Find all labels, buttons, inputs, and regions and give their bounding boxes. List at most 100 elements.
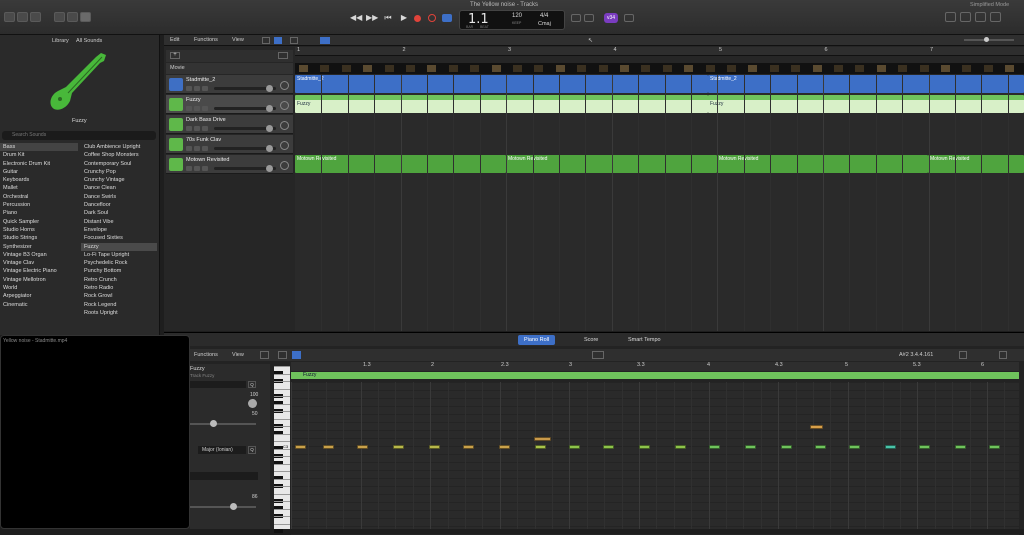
zoom-slider[interactable] — [964, 37, 1014, 42]
track-header[interactable]: Fuzzy — [166, 95, 293, 114]
category-item[interactable]: Vintage Clav — [0, 259, 78, 267]
midi-note[interactable] — [357, 445, 368, 449]
track-button[interactable] — [202, 146, 208, 151]
editor-region-bar[interactable]: Fuzzy — [291, 372, 1019, 379]
category-item[interactable]: Electronic Drum Kit — [0, 160, 78, 168]
white-key[interactable] — [274, 516, 290, 517]
capture-icon[interactable] — [428, 14, 436, 22]
editor-functions-menu[interactable]: Functions — [194, 352, 218, 358]
patch-item[interactable]: Retro Radio — [81, 284, 157, 292]
category-item[interactable]: Quick Sampler — [0, 218, 78, 226]
track-header[interactable]: Stadmitte_2 — [166, 75, 293, 94]
notes-icon[interactable] — [960, 12, 971, 22]
midi-note[interactable] — [709, 445, 720, 449]
category-item[interactable]: Percussion — [0, 201, 78, 209]
track-button[interactable] — [202, 106, 208, 111]
pan-knob[interactable] — [280, 101, 289, 110]
pan-knob[interactable] — [280, 121, 289, 130]
midi-note[interactable] — [810, 425, 823, 429]
tuner-icon[interactable] — [571, 14, 581, 22]
tracks-canvas[interactable]: Stadmitte_2 Stadmitte_2 Fuzzy Fuzzy Motown R… — [295, 75, 1024, 331]
white-key[interactable] — [274, 373, 290, 375]
metronome-icon[interactable] — [624, 14, 634, 22]
category-item[interactable]: Vintage B3 Organ — [0, 251, 78, 259]
tab-smart-tempo[interactable]: Smart Tempo — [622, 335, 667, 345]
piano-keyboard[interactable]: C3 — [274, 366, 290, 533]
midi-note[interactable] — [295, 445, 306, 449]
patch-item[interactable]: Crunchy Vintage — [81, 176, 157, 184]
volume-slider[interactable] — [214, 125, 276, 132]
editor-view-menu[interactable]: View — [232, 352, 244, 358]
midi-note[interactable] — [639, 445, 650, 449]
white-key[interactable] — [274, 523, 290, 525]
category-item[interactable]: Bass — [0, 143, 78, 152]
patch-item[interactable]: Dance Clean — [81, 184, 157, 192]
category-item[interactable]: Drum Kit — [0, 151, 78, 159]
white-key[interactable] — [274, 486, 290, 487]
track-header[interactable]: Dark Bass Drive — [166, 115, 293, 134]
volume-slider[interactable] — [214, 165, 276, 172]
midi-note[interactable] — [323, 445, 334, 449]
tab-score[interactable]: Score — [578, 335, 604, 345]
track-header[interactable]: 70s Funk Clav — [166, 135, 293, 154]
library-icon[interactable] — [4, 12, 15, 22]
track-button[interactable] — [186, 126, 192, 131]
list-editor-icon[interactable] — [945, 12, 956, 22]
category-item[interactable]: Mallet — [0, 184, 78, 192]
patch-item[interactable]: Roots Upright — [81, 309, 157, 317]
track-button[interactable] — [186, 86, 192, 91]
white-key[interactable] — [274, 366, 290, 367]
count-in-icon[interactable] — [584, 14, 594, 22]
pointer-tool-icon[interactable]: ↖ — [588, 37, 593, 44]
white-key[interactable] — [274, 403, 290, 405]
track-button[interactable] — [202, 86, 208, 91]
category-item[interactable]: Arpeggiator — [0, 292, 78, 300]
midi-note[interactable] — [429, 445, 440, 449]
midi-note[interactable] — [849, 445, 860, 449]
white-key[interactable] — [274, 426, 290, 427]
inspector-q-button[interactable]: Q — [248, 381, 256, 388]
midi-region[interactable]: Motown Revisited — [928, 155, 1024, 173]
volume-knob[interactable] — [266, 105, 273, 112]
patch-item[interactable]: Club Ambience Upright — [81, 143, 157, 151]
white-key[interactable] — [274, 418, 290, 420]
midi-note[interactable] — [499, 445, 510, 449]
track-button[interactable] — [186, 146, 192, 151]
midi-note[interactable] — [393, 445, 404, 449]
category-item[interactable]: Piano — [0, 209, 78, 217]
patch-item[interactable]: Dark Soul — [81, 209, 157, 217]
midi-note[interactable] — [919, 445, 930, 449]
volume-knob[interactable] — [266, 125, 273, 132]
gear-icon[interactable] — [54, 12, 65, 22]
record-icon[interactable] — [414, 15, 421, 22]
white-key[interactable] — [274, 441, 290, 442]
snap-icon[interactable] — [290, 37, 298, 44]
scale-select[interactable]: Major (Ionian) — [198, 446, 246, 454]
midi-region[interactable]: Fuzzy — [708, 95, 1024, 113]
pan-knob[interactable] — [280, 141, 289, 150]
patch-item[interactable]: Coffee Shop Monsters — [81, 151, 157, 159]
midi-note[interactable] — [535, 445, 546, 449]
white-key[interactable] — [274, 411, 290, 412]
track-button[interactable] — [194, 86, 200, 91]
volume-knob[interactable] — [266, 165, 273, 172]
patch-item[interactable]: Dance Swirls — [81, 193, 157, 201]
editor-midi-in-icon[interactable] — [292, 351, 301, 359]
global-tracks-icon[interactable] — [278, 52, 288, 59]
track-button[interactable] — [202, 126, 208, 131]
white-key[interactable] — [274, 501, 290, 502]
patch-item[interactable]: Crunchy Pop — [81, 168, 157, 176]
editor-zoom-icon[interactable] — [959, 351, 967, 359]
video-window[interactable]: Yellow noise - Stadmitte.mp4 — [0, 335, 190, 529]
patch-item[interactable]: Psychedelic Rock — [81, 259, 157, 267]
midi-note[interactable] — [463, 445, 474, 449]
mixer-icon[interactable] — [67, 12, 78, 22]
track-button[interactable] — [194, 166, 200, 171]
white-key[interactable] — [274, 471, 290, 472]
cycle-icon[interactable] — [442, 14, 452, 22]
white-key[interactable] — [274, 463, 290, 465]
patch-item[interactable]: Focused Sixties — [81, 234, 157, 242]
editor-ruler[interactable]: 1.3 2 2.3 3 3.3 4 4.3 5 5.3 6 — [291, 362, 1019, 371]
black-key[interactable] — [274, 528, 283, 533]
track-button[interactable] — [202, 166, 208, 171]
